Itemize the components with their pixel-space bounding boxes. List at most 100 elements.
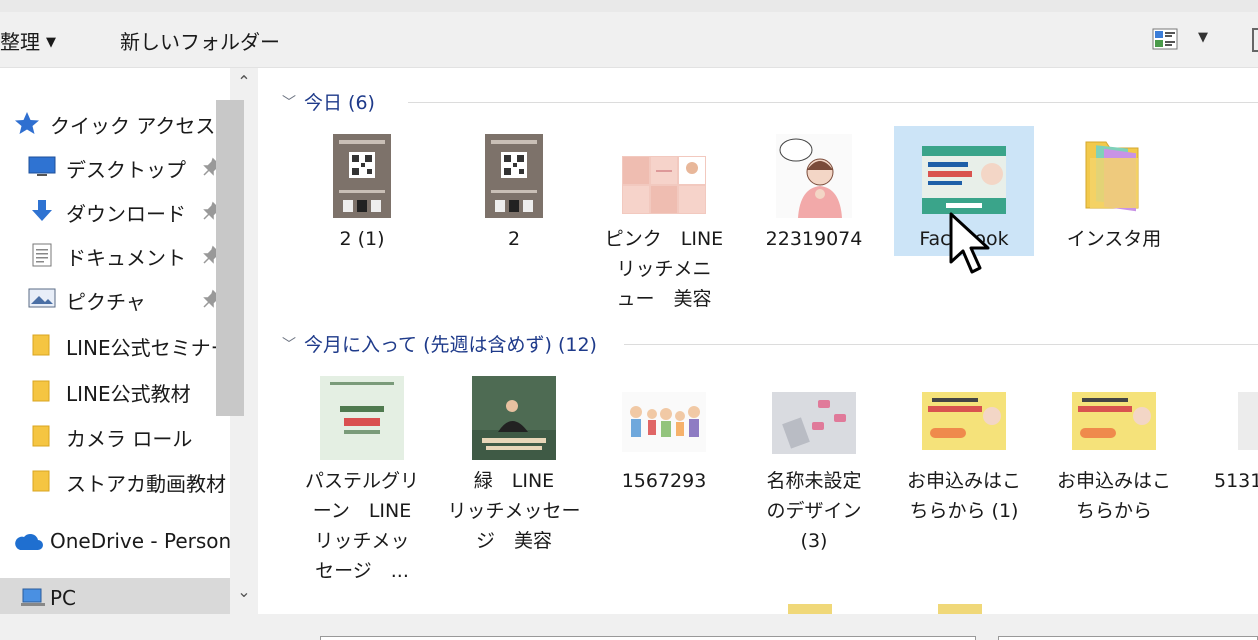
group-divider xyxy=(408,102,1258,103)
file-item[interactable]: 22319074 xyxy=(744,126,884,316)
nav-label: クイック アクセス xyxy=(50,114,216,138)
file-item[interactable]: インスタ用 xyxy=(1044,126,1184,316)
file-item[interactable]: パステルグリ ーン LINE リッチメッ セージ ... xyxy=(292,368,432,582)
file-name: パステルグリ ーン LINE リッチメッ セージ ... xyxy=(304,470,419,582)
file-item[interactable]: 1567293 xyxy=(594,368,734,558)
file-item[interactable]: 2 xyxy=(444,126,584,316)
preview-pane-icon[interactable] xyxy=(1252,28,1258,52)
nav-label: デスクトップ xyxy=(66,158,186,182)
file-name: 2 xyxy=(507,228,521,250)
folder-icon xyxy=(32,469,50,498)
file-name: 5131 xyxy=(1214,470,1258,492)
navigation-pane: クイック アクセス デスクトップ ダウンロード ドキュメント ピクチャ LINE… xyxy=(0,68,230,614)
nav-label: LINE公式セミナー xyxy=(66,336,230,360)
grey-design-thumbnail xyxy=(772,392,856,458)
collapse-chevron-icon[interactable]: ﹀ xyxy=(282,92,296,112)
pc-icon xyxy=(20,587,46,614)
nav-downloads[interactable]: ダウンロード xyxy=(0,190,230,230)
new-folder-button[interactable]: 新しいフォルダー xyxy=(120,26,280,55)
download-icon xyxy=(30,199,54,228)
file-item[interactable]: お申込みはこ ちらから (1) xyxy=(894,368,1034,558)
nav-label: LINE公式教材 xyxy=(66,382,191,406)
nav-quick-access[interactable]: クイック アクセス xyxy=(0,102,230,142)
file-name: 2 (1) xyxy=(339,228,385,250)
file-list: ﹀ 今日 (6) 2 (1) 2 ピンク LINE リッチメニ ュー 美容 223… xyxy=(258,68,1258,614)
facebook-banner-thumbnail xyxy=(922,146,1006,218)
file-item[interactable]: 緑 LINE リッチメッセー ジ 美容 xyxy=(444,368,584,558)
nav-label: OneDrive - Person xyxy=(50,529,230,553)
filename-field[interactable] xyxy=(320,636,976,640)
nav-scrollbar[interactable]: ⌃ ⌄ xyxy=(216,68,258,614)
pictures-icon xyxy=(28,287,56,314)
view-dropdown-icon[interactable]: ▼ xyxy=(1198,30,1208,45)
folder-icon xyxy=(32,424,50,453)
nav-folder-camera-roll[interactable]: カメラ ロール xyxy=(0,415,230,455)
nav-onedrive[interactable]: OneDrive - Person xyxy=(0,521,230,561)
organize-dropdown-icon: ▼ xyxy=(46,35,56,50)
organize-button[interactable]: 整理 ▼ xyxy=(0,26,56,55)
file-item[interactable]: 2 (1) xyxy=(292,126,432,316)
group-header-this-month[interactable]: ﹀ 今月に入って (先週は含めず) (12) xyxy=(282,330,597,360)
qr-flyer-thumbnail xyxy=(333,134,391,222)
file-name: 緑 LINE リッチメッセー ジ 美容 xyxy=(447,470,581,552)
yoga-photo-thumbnail xyxy=(472,376,556,464)
woman-illustration-thumbnail xyxy=(776,134,852,222)
file-name: ピンク LINE リッチメニ ュー 美容 xyxy=(604,228,724,310)
group-divider xyxy=(624,344,1258,345)
next-row-thumbnail xyxy=(788,604,832,614)
nav-label: ストアカ動画教材 xyxy=(66,472,226,496)
star-icon xyxy=(14,111,40,140)
file-item[interactable]: お申込みはこ ちらから xyxy=(1044,368,1184,558)
nav-pc[interactable]: PC xyxy=(0,578,230,614)
document-icon xyxy=(32,243,52,272)
yellow-banner-thumbnail xyxy=(1072,392,1156,454)
nav-label: PC xyxy=(50,586,77,610)
desktop-icon xyxy=(28,155,56,182)
next-row-thumbnail xyxy=(938,604,982,614)
nav-folder-line-seminar[interactable]: LINE公式セミナー xyxy=(0,324,230,364)
yellow-banner-thumbnail xyxy=(922,392,1006,454)
nav-label: ダウンロード xyxy=(66,202,186,226)
file-name: 名称未設定 のデザイン (3) xyxy=(766,470,862,552)
pink-grid-thumbnail xyxy=(622,156,706,218)
pastel-green-thumbnail xyxy=(320,376,404,464)
file-name: インスタ用 xyxy=(1066,228,1162,250)
nav-label: ドキュメント xyxy=(66,246,186,270)
file-name: 22319074 xyxy=(765,228,863,250)
group-header-today[interactable]: ﹀ 今日 (6) xyxy=(282,88,375,118)
partial-thumbnail xyxy=(1238,392,1258,450)
bottom-bar xyxy=(0,614,1258,640)
nav-pictures[interactable]: ピクチャ xyxy=(0,278,230,318)
scroll-down-icon[interactable]: ⌄ xyxy=(230,582,258,612)
window-top-strip xyxy=(0,0,1258,12)
people-illustration-thumbnail xyxy=(622,392,706,456)
file-name: お申込みはこ ちらから xyxy=(1056,470,1171,522)
file-type-field[interactable] xyxy=(998,636,1258,640)
nav-label: ピクチャ xyxy=(66,290,146,314)
group-title: 今日 (6) xyxy=(304,92,375,114)
view-layout-icon xyxy=(1152,28,1178,50)
nav-documents[interactable]: ドキュメント xyxy=(0,234,230,274)
qr-flyer-thumbnail xyxy=(485,134,543,222)
scroll-up-icon[interactable]: ⌃ xyxy=(230,72,258,102)
cloud-icon xyxy=(12,530,44,557)
file-item[interactable]: ピンク LINE リッチメニ ュー 美容 xyxy=(594,126,734,316)
group-title: 今月に入って (先週は含めず) (12) xyxy=(304,334,597,356)
nav-folder-line-material[interactable]: LINE公式教材 xyxy=(0,370,230,410)
file-item[interactable]: 名称未設定 のデザイン (3) xyxy=(744,368,884,558)
command-bar: 整理 ▼ 新しいフォルダー ▼ xyxy=(0,12,1258,68)
folder-icon xyxy=(32,379,50,408)
file-item-partial[interactable]: 5131 xyxy=(1194,368,1258,558)
folder-icon xyxy=(32,333,50,362)
nav-folder-storeka[interactable]: ストアカ動画教材 xyxy=(0,460,230,500)
organize-label: 整理 xyxy=(0,30,40,54)
change-view-button[interactable] xyxy=(1152,28,1178,50)
file-name: 1567293 xyxy=(621,470,707,492)
collapse-chevron-icon[interactable]: ﹀ xyxy=(282,334,296,354)
mouse-pointer-icon xyxy=(948,212,998,280)
file-name: お申込みはこ ちらから (1) xyxy=(906,470,1021,522)
nav-label: カメラ ロール xyxy=(66,427,193,451)
scrollbar-thumb[interactable] xyxy=(216,100,244,416)
folder-thumbnail-icon xyxy=(1084,134,1144,218)
nav-desktop[interactable]: デスクトップ xyxy=(0,146,230,186)
